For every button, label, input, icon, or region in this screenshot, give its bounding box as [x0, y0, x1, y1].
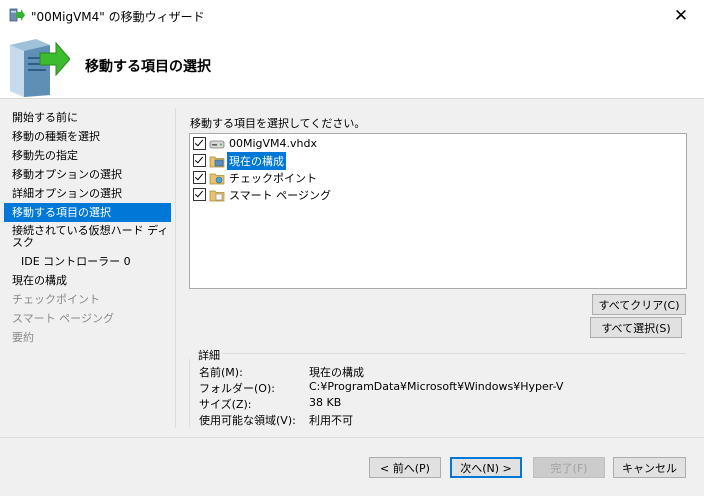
- cancel-button[interactable]: キャンセル: [613, 457, 686, 478]
- wizard-header: 移動する項目の選択: [0, 31, 704, 99]
- window-title: "00MigVM4" の移動ウィザード: [31, 10, 205, 24]
- detail-space-label: 使用可能な領域(V):: [199, 414, 296, 427]
- item-label: 現在の構成: [227, 151, 286, 170]
- item-label: スマート ページング: [229, 188, 331, 202]
- item-checkbox[interactable]: [193, 188, 206, 201]
- step-current-config[interactable]: 現在の構成: [4, 271, 171, 290]
- item-checkbox[interactable]: [193, 171, 206, 184]
- step-destination[interactable]: 移動先の指定: [4, 146, 171, 165]
- move-wizard-icon: [9, 8, 25, 22]
- detail-folder-label: フォルダー(O):: [199, 382, 275, 395]
- clear-all-button[interactable]: すべてクリア(C): [592, 294, 686, 315]
- details-border: [189, 359, 190, 427]
- checkpoint-folder-icon: [209, 173, 225, 184]
- detail-name-label: 名前(M):: [199, 366, 243, 379]
- select-all-button[interactable]: すべて選択(S): [590, 317, 682, 338]
- title-bar: "00MigVM4" の移動ウィザード ✕: [0, 0, 704, 31]
- step-choose-items[interactable]: 移動する項目の選択: [4, 203, 171, 222]
- detail-size-value: 38 KB: [309, 396, 342, 409]
- divider: [175, 108, 176, 428]
- next-button[interactable]: 次へ(N) >: [450, 457, 522, 478]
- list-item[interactable]: 現在の構成: [193, 151, 286, 170]
- step-checkpoints: チェックポイント: [12, 293, 100, 306]
- step-ide-controller[interactable]: IDE コントローラー 0: [4, 252, 171, 271]
- details-group: 詳細 名前(M): 現在の構成 フォルダー(O): C:¥ProgramData…: [189, 347, 686, 427]
- step-move-options[interactable]: 移動オプションの選択: [4, 165, 171, 184]
- disk-icon: [209, 140, 225, 148]
- step-summary: 要約: [12, 331, 34, 344]
- config-folder-icon: [209, 156, 225, 167]
- item-checkbox[interactable]: [193, 154, 206, 167]
- back-button[interactable]: < 前へ(P): [369, 457, 441, 478]
- details-legend: 詳細: [196, 347, 222, 363]
- paging-folder-icon: [209, 190, 225, 201]
- wizard-steps: 開始する前に 移動の種類を選択 移動先の指定 移動オプションの選択 詳細オプショ…: [4, 108, 171, 347]
- close-icon[interactable]: ✕: [658, 0, 704, 31]
- step-before-you-begin[interactable]: 開始する前に: [4, 108, 171, 127]
- details-border: [217, 353, 686, 354]
- step-move-type[interactable]: 移動の種類を選択: [4, 127, 171, 146]
- step-advanced-options[interactable]: 詳細オプションの選択: [4, 184, 171, 203]
- item-checkbox[interactable]: [193, 137, 206, 150]
- list-item[interactable]: スマート ページング: [193, 186, 333, 203]
- item-label: 00MigVM4.vhdx: [229, 137, 318, 150]
- item-label: チェックポイント: [229, 171, 317, 185]
- items-list[interactable]: 00MigVM4.vhdx 現在の構成 チェックポイント スマート ページング: [189, 133, 687, 289]
- server-move-icon: [10, 39, 70, 97]
- detail-size-label: サイズ(Z):: [199, 398, 252, 411]
- detail-folder-value: C:¥ProgramData¥Microsoft¥Windows¥Hyper-V: [309, 380, 564, 393]
- detail-name-value: 現在の構成: [309, 366, 364, 379]
- list-item[interactable]: チェックポイント: [193, 169, 319, 186]
- items-prompt: 移動する項目を選択してください。: [190, 117, 366, 130]
- finish-button: 完了(F): [533, 457, 605, 478]
- list-item[interactable]: 00MigVM4.vhdx: [193, 135, 319, 152]
- step-attached-vhd[interactable]: 接続されている仮想ハード ディスク: [4, 222, 171, 252]
- page-title: 移動する項目の選択: [85, 59, 211, 75]
- step-smart-paging: スマート ページング: [12, 312, 114, 325]
- detail-space-value: 利用不可: [309, 414, 353, 427]
